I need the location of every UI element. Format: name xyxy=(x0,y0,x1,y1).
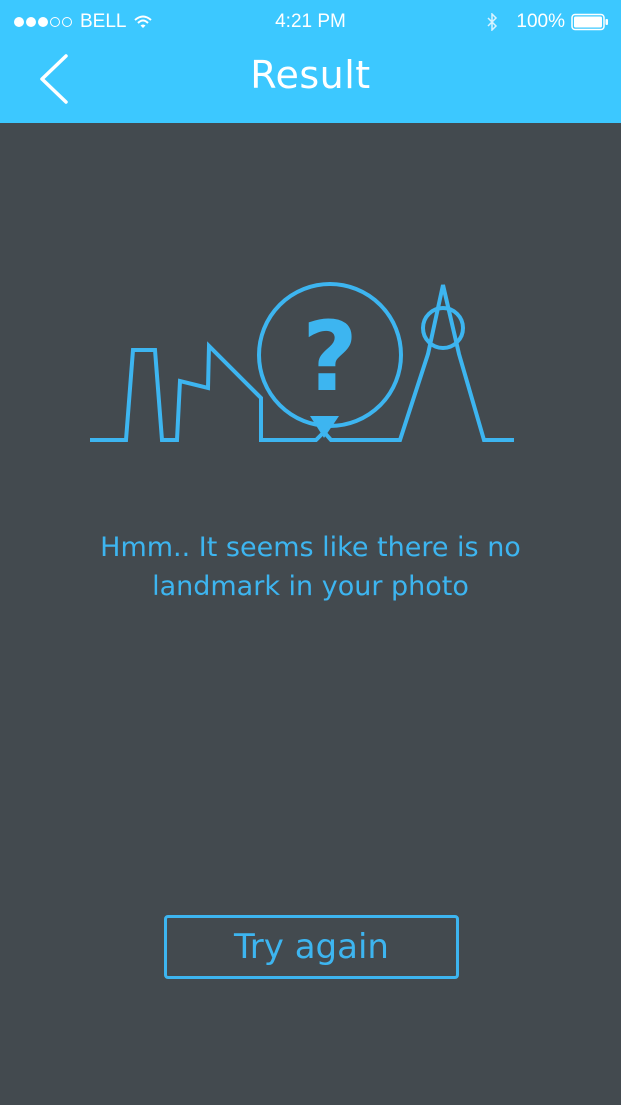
no-landmark-message: Hmm.. It seems like there is no landmark… xyxy=(100,532,521,602)
page-title: Result xyxy=(250,53,371,97)
status-right: 100% xyxy=(486,10,609,34)
bluetooth-icon xyxy=(487,13,498,31)
svg-text:?: ? xyxy=(302,301,358,413)
battery-icon xyxy=(571,13,608,31)
try-again-button[interactable]: Try again xyxy=(164,915,459,979)
status-bar: BELL 4:21 PM 100% xyxy=(0,0,621,44)
battery-percentage: 100% xyxy=(516,11,565,32)
skyline-question-icon: ? xyxy=(90,282,514,442)
navigation-header: BELL 4:21 PM 100% Result xyxy=(0,0,621,123)
